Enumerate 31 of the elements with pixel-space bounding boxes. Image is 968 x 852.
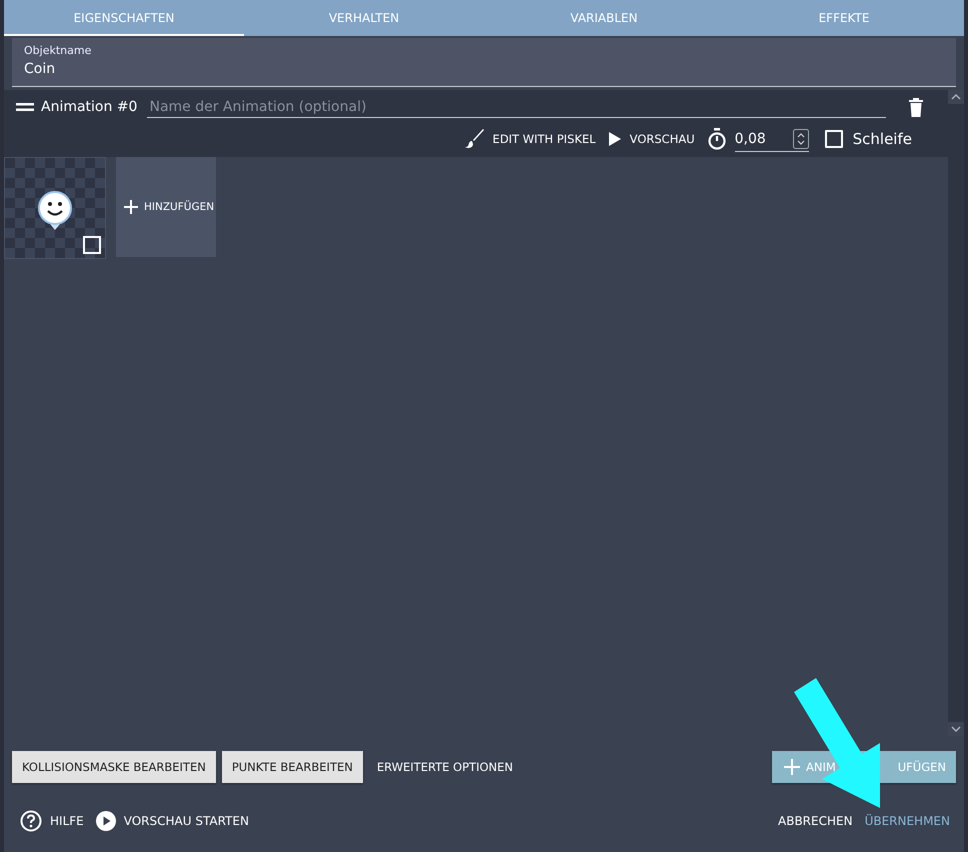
brush-icon — [464, 129, 485, 149]
trash-icon[interactable] — [908, 97, 924, 117]
secondary-button[interactable]: KOLLISIONSMASKE BEARBEITEN — [12, 751, 216, 783]
advanced-options-button[interactable]: ERWEITERTE OPTIONEN — [368, 756, 519, 778]
loop-label: Schleife — [852, 130, 912, 148]
animation-title: Animation #0 — [41, 99, 138, 115]
scroll-up-icon[interactable] — [951, 94, 961, 100]
play-icon — [608, 131, 622, 147]
frame-checkbox[interactable] — [83, 236, 101, 254]
add-frame-button[interactable]: HINZUFÜGEN — [116, 157, 216, 257]
help-button[interactable]: HILFE — [14, 806, 90, 836]
help-icon — [20, 810, 42, 832]
plus-icon — [784, 759, 800, 775]
scroll-down-icon[interactable] — [951, 726, 961, 732]
edit-with-piskel-button[interactable]: EDIT WITH PISKEL — [458, 125, 602, 153]
field-label: Objektname — [24, 44, 92, 57]
cancel-button[interactable]: ABBRECHEN — [772, 810, 859, 832]
spinner-icon[interactable] — [792, 128, 809, 148]
plus-icon — [124, 200, 138, 214]
stopwatch-icon — [706, 128, 727, 150]
loop-checkbox[interactable] — [824, 130, 843, 148]
play-circle-icon — [96, 811, 116, 831]
start-preview-button[interactable]: VORSCHAU STARTEN — [90, 807, 255, 835]
animation-name-field[interactable]: Name der Animation (optional) — [147, 96, 886, 118]
preview-button[interactable]: VORSCHAU — [602, 127, 701, 151]
object-name-field[interactable]: Objektname Coin — [12, 38, 956, 87]
frame-time-field[interactable]: 0,08 — [734, 126, 809, 152]
drag-handle-icon[interactable] — [16, 103, 34, 111]
apply-button[interactable]: ÜBERNEHMEN — [858, 810, 956, 832]
secondary-button[interactable]: PUNKTE BEARBEITEN — [222, 751, 363, 783]
field-value: Coin — [24, 61, 56, 77]
